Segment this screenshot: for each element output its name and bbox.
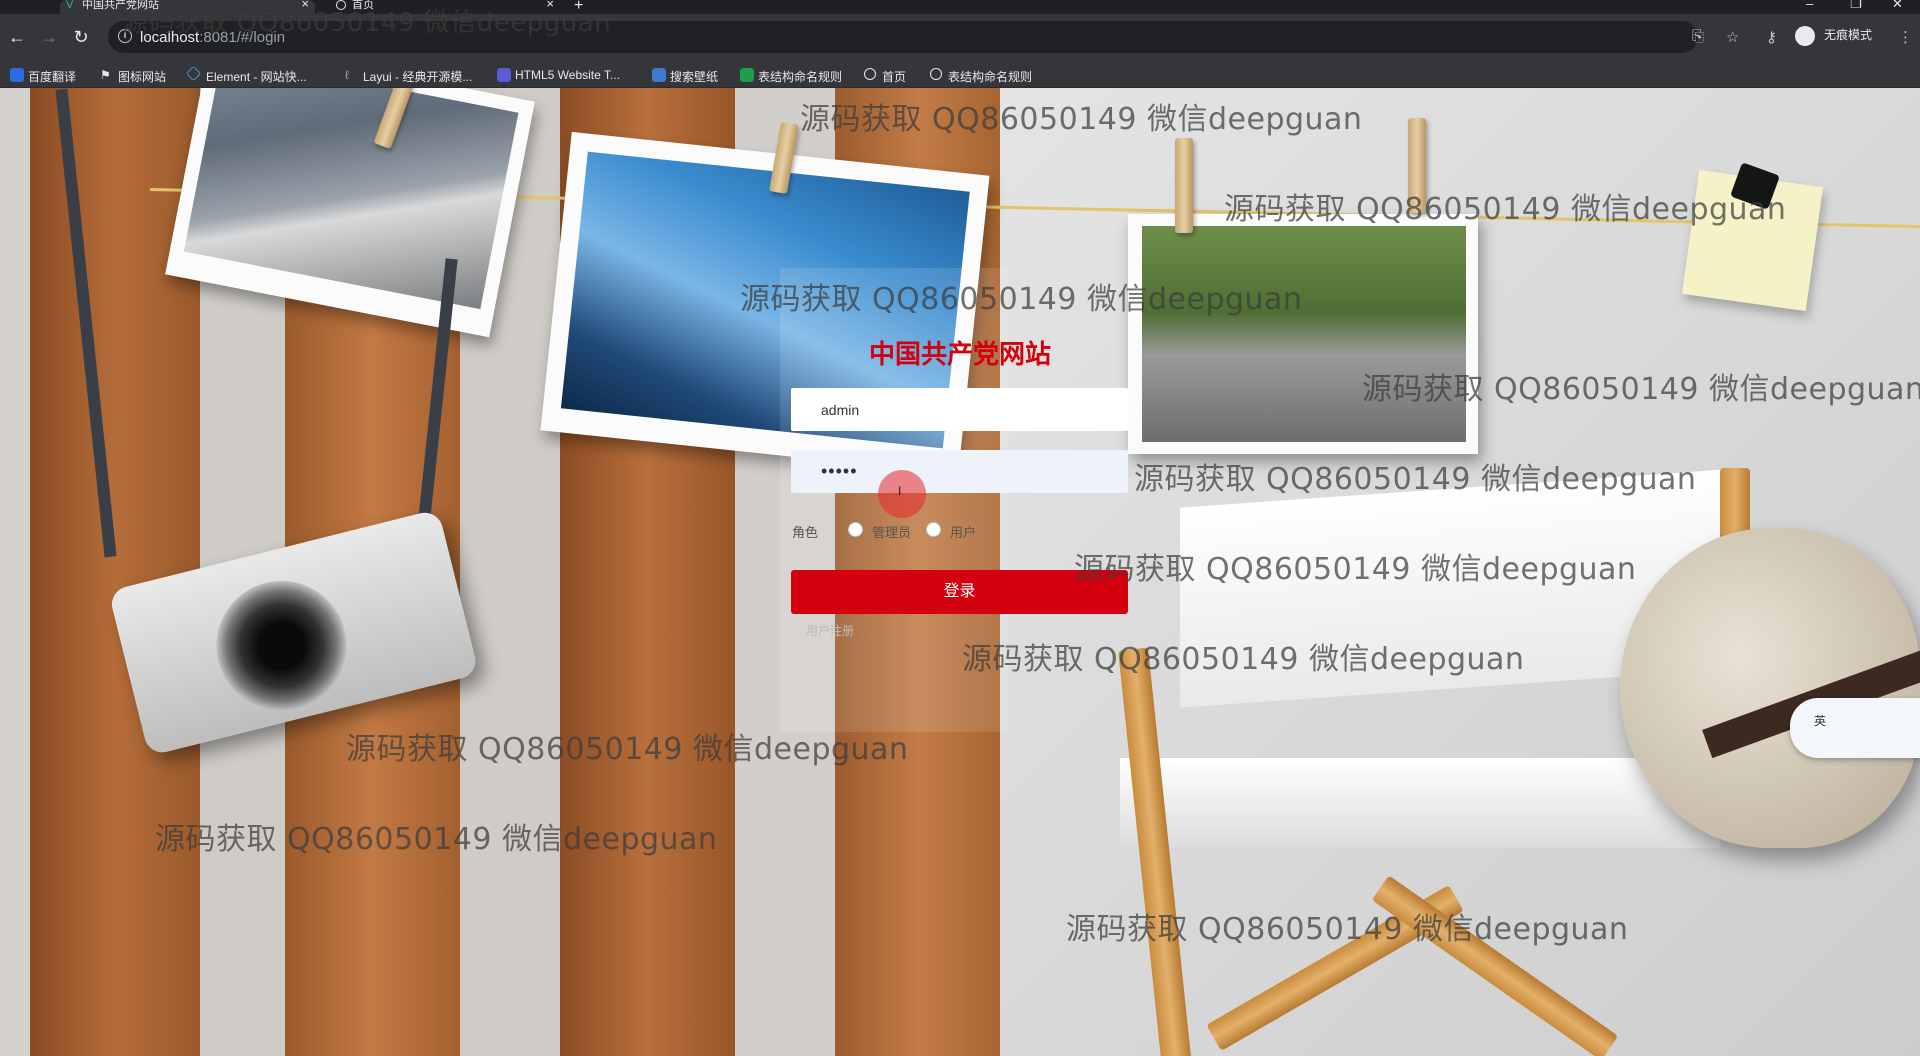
road-photo xyxy=(1128,214,1478,454)
watermark: 源码获取 QQ86050149 微信deepguan xyxy=(1134,462,1697,497)
bookmark-item[interactable]: 百度翻译 xyxy=(10,68,76,85)
bookmarks-bar: 百度翻译 ⚑ 图标网站 Element - 网站快... ℓ Layui - 经典开… xyxy=(0,62,1920,88)
flag-icon: ⚑ xyxy=(100,68,111,82)
chair-seat xyxy=(1120,758,1720,848)
role-admin-label[interactable]: 管理员 xyxy=(872,522,911,541)
close-window-icon[interactable]: ✕ xyxy=(1892,0,1903,12)
role-admin-radio[interactable] xyxy=(848,522,863,537)
back-icon[interactable]: ← xyxy=(4,24,30,50)
watermark: 源码获取 QQ86050149 微信deepguan xyxy=(740,282,1303,317)
incognito-icon[interactable] xyxy=(1795,26,1815,46)
watermark: 源码获取 QQ86050149 微信deepguan xyxy=(1362,372,1920,407)
text-cursor-icon: I xyxy=(898,484,902,498)
watermark: 源码获取 QQ86050149 微信deepguan xyxy=(346,732,909,767)
restore-icon[interactable]: ❐ xyxy=(1850,0,1862,12)
watermark: 源码获取 QQ86050149 微信deepguan xyxy=(1224,192,1787,227)
html5-icon xyxy=(497,68,511,82)
click-indicator xyxy=(878,470,926,518)
watermark: 源码获取 QQ86050149 微信deepguan xyxy=(155,822,718,857)
bookmark-item[interactable]: HTML5 Website T... xyxy=(497,68,620,82)
watermark: 源码获取 QQ86050149 微信deepguan xyxy=(962,642,1525,677)
clothespin xyxy=(1175,138,1193,233)
globe-icon xyxy=(864,68,876,80)
watermark: 源码获取 QQ86050149 微信deepguan xyxy=(1074,552,1637,587)
baidu-translate-icon xyxy=(10,68,24,82)
bookmark-star-icon[interactable]: ☆ xyxy=(1726,28,1739,46)
watermark: 源码获取 QQ86050149 微信deepguan xyxy=(1066,912,1629,947)
ime-mode-label[interactable]: 英 xyxy=(1814,712,1826,729)
chair-leg xyxy=(1371,875,1619,1056)
translate-icon[interactable]: ⎘ xyxy=(1692,28,1704,45)
chair-leg xyxy=(1118,647,1192,1056)
username-input[interactable] xyxy=(791,388,1128,431)
bookmark-item[interactable]: 首页 xyxy=(864,68,906,85)
reload-icon[interactable]: ↻ xyxy=(68,24,94,50)
role-user-radio[interactable] xyxy=(926,522,941,537)
road-photo-image xyxy=(1142,226,1466,442)
sheet-icon xyxy=(740,68,754,82)
watermark: 源码获取 QQ86050149 微信deepguan xyxy=(800,102,1363,137)
ime-widget[interactable]: 英 xyxy=(1790,698,1920,758)
watermark: 源码获取 QQ86050149 微信deepguan xyxy=(122,8,612,38)
incognito-label[interactable]: 无痕模式 xyxy=(1824,26,1872,43)
wall-strip xyxy=(0,88,30,1056)
menu-dots-icon[interactable]: ⋮ xyxy=(1898,28,1913,46)
globe-icon xyxy=(930,68,942,80)
password-input[interactable] xyxy=(791,450,1128,493)
role-user-label[interactable]: 用户 xyxy=(950,522,976,541)
key-icon[interactable]: ⚷ xyxy=(1766,28,1777,46)
bookmark-item[interactable]: 表结构命名规则 xyxy=(930,68,1032,85)
element-icon xyxy=(185,65,202,82)
bookmark-item[interactable]: ℓ Layui - 经典开源模... xyxy=(345,68,472,85)
forward-icon[interactable]: → xyxy=(36,24,62,50)
bookmark-item[interactable]: 搜索壁纸 xyxy=(652,68,718,85)
register-link[interactable]: 用户注册 xyxy=(806,622,854,639)
wallpaper-icon xyxy=(652,68,666,82)
vue-favicon-icon: V xyxy=(66,0,74,11)
bookmark-item[interactable]: 表结构命名规则 xyxy=(740,68,842,85)
layui-icon: ℓ xyxy=(345,68,349,82)
bookmark-item[interactable]: Element - 网站快... xyxy=(185,65,307,85)
site-title: 中国共产党网站 xyxy=(868,340,1051,370)
race-photo-image xyxy=(183,88,519,310)
role-label: 角色 xyxy=(792,525,819,540)
bookmark-item[interactable]: ⚑ 图标网站 xyxy=(100,68,166,85)
minimize-icon[interactable]: – xyxy=(1806,0,1813,11)
browser-menu-icon[interactable] xyxy=(2,0,42,14)
